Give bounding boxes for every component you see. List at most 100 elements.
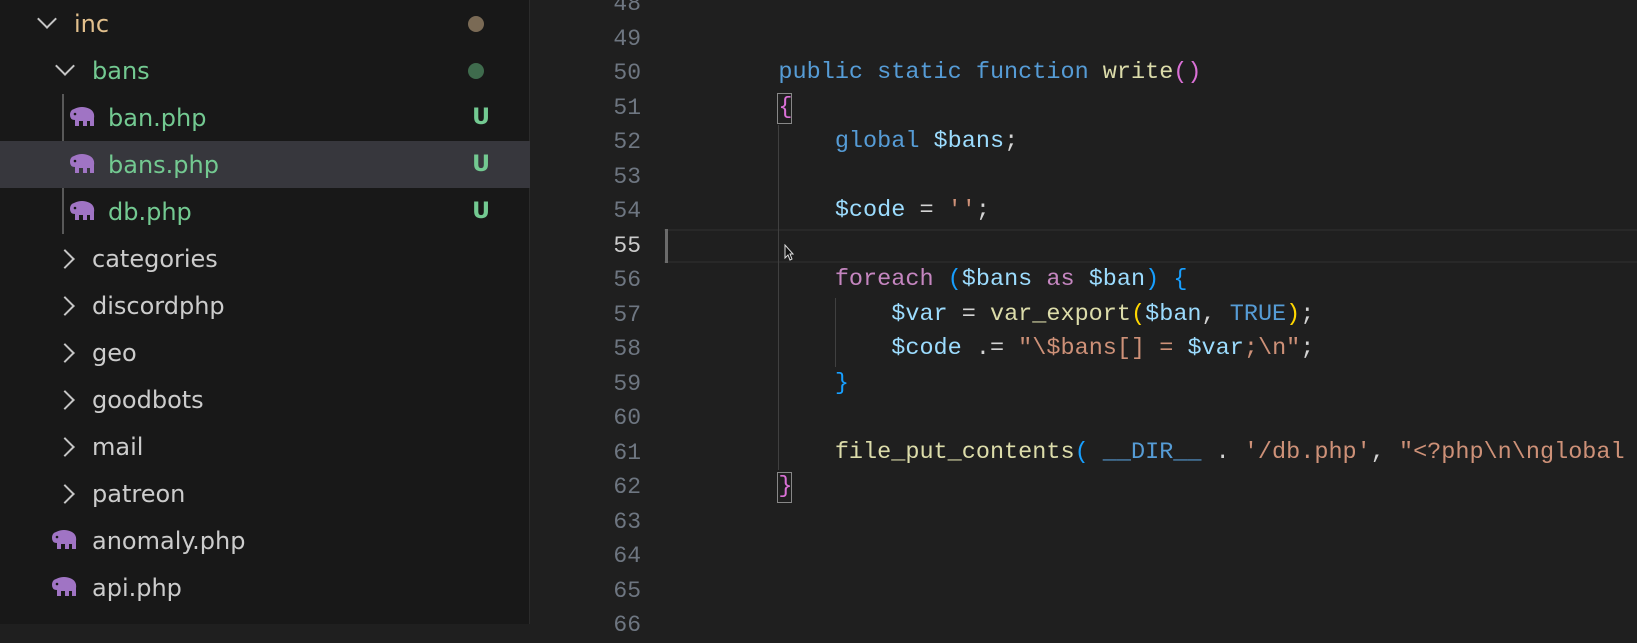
- code-token: ;: [1300, 335, 1315, 362]
- file-bans-php[interactable]: bans.php U: [0, 141, 530, 188]
- chevron-right-icon[interactable]: [55, 296, 75, 316]
- item-label: goodbots: [92, 385, 204, 414]
- code-token: __DIR__: [1102, 438, 1202, 466]
- code-token: =: [1145, 335, 1188, 362]
- code-editor[interactable]: 48 49 50 public static function write() 51 …: [531, 0, 1637, 638]
- explorer-sidebar: inc bans ban.php U bans.php Udb.php U categorie…: [0, 0, 530, 624]
- code-line[interactable]: public static function write(): [722, 56, 1202, 91]
- code-line[interactable]: global $bans;: [722, 125, 1018, 160]
- php-elephant-icon: [68, 106, 96, 128]
- code-token: ): [1286, 300, 1301, 328]
- chevron-right-icon[interactable]: [55, 484, 75, 504]
- line-number: 64: [613, 543, 641, 569]
- code-token: ,: [1370, 438, 1399, 466]
- folder-discordphp[interactable]: discordphp: [0, 282, 530, 329]
- code-token: ;: [1004, 128, 1019, 155]
- code-token: $ban: [1088, 266, 1146, 293]
- code-token: $code: [834, 197, 906, 224]
- folder-bans[interactable]: bans: [0, 47, 530, 94]
- code-token: (: [947, 266, 962, 293]
- chevron-down-icon[interactable]: [55, 56, 75, 76]
- code-token: ;: [1300, 300, 1315, 328]
- folder-inc[interactable]: inc: [0, 0, 530, 47]
- item-label: geo: [92, 338, 137, 367]
- code-token: ;\n": [1243, 335, 1301, 362]
- php-elephant-icon: [50, 576, 78, 598]
- git-status-dot: [468, 15, 484, 32]
- folder-categories[interactable]: categories: [0, 235, 530, 282]
- code-line[interactable]: file_put_contents( __DIR__ . '/db.php', …: [722, 436, 1637, 471]
- code-token: (): [1173, 59, 1202, 86]
- line-number: 58: [613, 336, 641, 362]
- chevron-right-icon[interactable]: [55, 437, 75, 457]
- item-label: ban.php: [108, 103, 207, 132]
- file-anomaly-php[interactable]: anomaly.php: [0, 517, 530, 564]
- chevron-down-icon[interactable]: [37, 9, 57, 29]
- file-ban-php[interactable]: ban.php U: [0, 94, 530, 141]
- code-line[interactable]: $code = '';: [722, 194, 990, 229]
- code-token: =: [947, 300, 990, 328]
- code-token: $bans: [1046, 335, 1117, 362]
- current-line-marker: [665, 228, 668, 263]
- line-number: 63: [613, 508, 641, 535]
- line-number: 52: [613, 129, 641, 155]
- line-number: 61: [613, 439, 641, 466]
- code-token: (: [1131, 300, 1146, 328]
- item-label: categories: [92, 244, 218, 273]
- code-line[interactable]: }: [722, 367, 849, 402]
- code-token: var_export: [989, 300, 1131, 328]
- line-number: 62: [613, 474, 641, 500]
- php-elephant-icon: [50, 529, 78, 551]
- code-token: write: [1102, 59, 1174, 86]
- code-token: $var: [1187, 335, 1244, 362]
- code-token: $ban: [1145, 300, 1202, 328]
- bracket-match-highlight: [777, 92, 793, 124]
- folder-goodbots[interactable]: goodbots: [0, 376, 530, 423]
- code-token: $bans: [933, 128, 1005, 155]
- line-number: 54: [613, 198, 641, 224]
- code-line[interactable]: $code .= "\$bans[] = $var;\n";: [722, 332, 1314, 367]
- code-token: $var: [891, 300, 948, 328]
- chevron-right-icon[interactable]: [55, 343, 75, 363]
- line-number: 59: [613, 370, 641, 397]
- file-db-php[interactable]: db.php U: [0, 188, 530, 235]
- item-label: mail: [92, 432, 144, 461]
- code-token: []: [1116, 335, 1146, 362]
- item-label: anomaly.php: [92, 526, 246, 555]
- code-token: }: [834, 369, 849, 397]
- line-number: 53: [613, 163, 641, 190]
- code-token: .=: [961, 335, 1019, 362]
- code-token: =: [905, 197, 948, 224]
- line-number: 65: [613, 577, 641, 604]
- code-token: "\: [1018, 335, 1047, 362]
- git-status-dot: [468, 62, 484, 79]
- chevron-right-icon[interactable]: [55, 249, 75, 269]
- code-line[interactable]: $var = var_export($ban, TRUE);: [722, 298, 1314, 333]
- line-number: 49: [613, 25, 641, 52]
- file-api-php[interactable]: api.php: [0, 564, 530, 611]
- item-label: db.php: [108, 197, 192, 226]
- item-label: inc: [74, 9, 110, 38]
- folder-patreon[interactable]: patreon: [0, 470, 530, 517]
- folder-mail[interactable]: mail: [0, 423, 530, 470]
- code-line[interactable]: foreach ($bans as $ban) {: [722, 263, 1188, 298]
- code-token: '/db.php': [1243, 438, 1371, 466]
- code-token: public static function: [778, 59, 1103, 86]
- code-token: ,: [1201, 300, 1230, 328]
- folder-geo[interactable]: geo: [0, 329, 530, 376]
- code-token: .: [1201, 438, 1244, 466]
- bracket-match-highlight: [777, 472, 793, 503]
- code-token: TRUE: [1229, 300, 1287, 328]
- code-token: as: [1032, 266, 1089, 293]
- item-label: bans.php: [108, 150, 219, 179]
- code-token: (: [1074, 438, 1103, 466]
- git-untracked-badge: U: [472, 152, 490, 177]
- item-label: patreon: [92, 479, 186, 508]
- chevron-right-icon[interactable]: [55, 390, 75, 410]
- mouse-pointer-icon: [784, 244, 794, 261]
- code-token: ;: [975, 197, 990, 224]
